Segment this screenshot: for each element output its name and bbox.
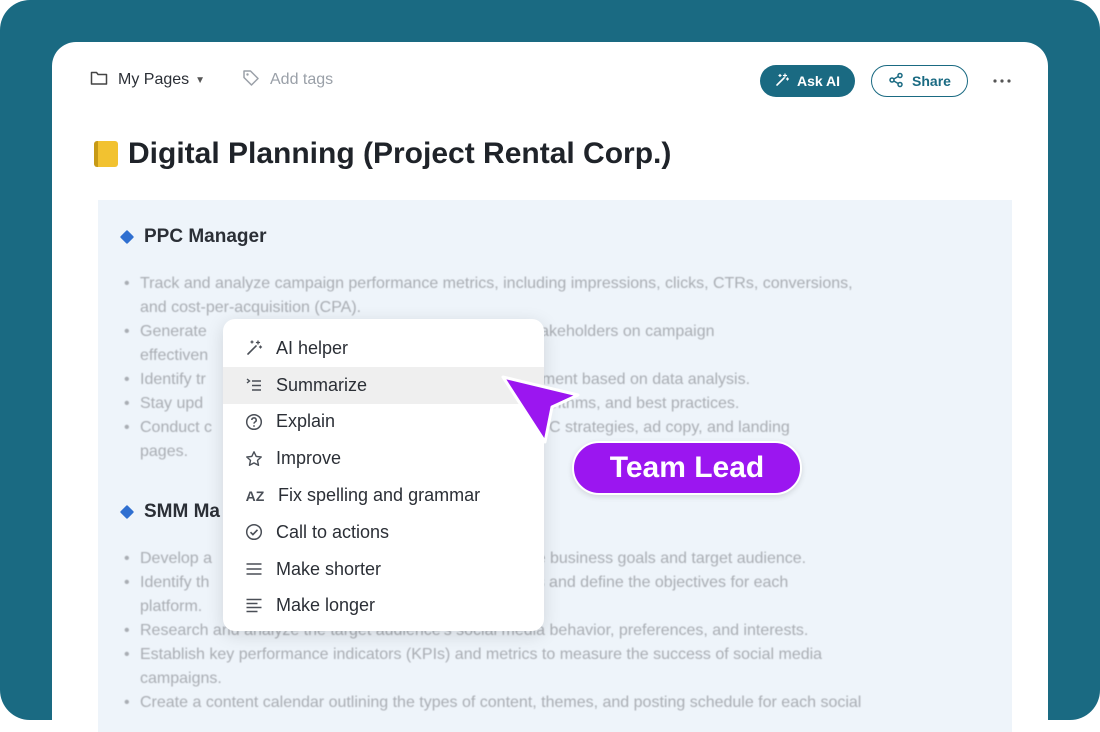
menu-item-label: Call to actions xyxy=(276,521,390,542)
share-button[interactable]: Share xyxy=(871,65,968,97)
add-tags-button[interactable]: Add tags xyxy=(242,68,333,92)
menu-item-label: Explain xyxy=(276,411,336,432)
folder-icon xyxy=(90,70,108,91)
notebook-icon xyxy=(94,141,118,167)
check-circle-icon xyxy=(245,523,263,541)
magic-wand-icon xyxy=(245,339,263,357)
menu-item-label: Fix spelling and grammar xyxy=(278,485,481,506)
section-heading-text: PPC Manager xyxy=(144,226,267,247)
breadcrumb-label: My Pages xyxy=(118,71,190,88)
ai-context-menu: AI helper Summarize Explain Improve AZ F… xyxy=(223,319,544,631)
section-heading: SMM Ma xyxy=(119,501,220,523)
caret-down-icon: ▼ xyxy=(195,74,206,86)
menu-item-explain[interactable]: Explain xyxy=(223,404,544,441)
magic-wand-icon xyxy=(775,72,790,90)
ask-ai-button[interactable]: Ask AI xyxy=(760,65,855,97)
more-horizontal-icon[interactable] xyxy=(988,68,1016,94)
blue-diamond-icon xyxy=(119,229,135,245)
collaborator-cursor-icon xyxy=(501,375,580,444)
share-icon xyxy=(888,72,904,91)
collaborator-name-badge: Team Lead xyxy=(572,441,802,495)
menu-item-improve[interactable]: Improve xyxy=(223,440,544,477)
section-heading-text: SMM Ma xyxy=(144,501,220,522)
menu-item-label: AI helper xyxy=(276,337,349,358)
list-item: Create a content calendar outlining the … xyxy=(124,691,861,715)
breadcrumb[interactable]: My Pages ▼ xyxy=(90,68,205,92)
menu-item-make-shorter[interactable]: Make shorter xyxy=(223,551,544,588)
page-title-text: Digital Planning (Project Rental Corp.) xyxy=(128,137,672,170)
list-item: Track and analyze campaign performance m… xyxy=(124,272,853,296)
tag-icon xyxy=(242,69,260,92)
menu-item-ai-helper[interactable]: AI helper xyxy=(223,330,544,367)
star-icon xyxy=(245,450,263,468)
ask-ai-label: Ask AI xyxy=(796,73,841,89)
menu-item-label: Make shorter xyxy=(276,558,382,579)
menu-item-make-longer[interactable]: Make longer xyxy=(223,588,544,625)
section-heading: PPC Manager xyxy=(119,226,267,248)
list-item: Establish key performance indicators (KP… xyxy=(124,643,861,667)
menu-item-call-to-actions[interactable]: Call to actions xyxy=(223,514,544,551)
blue-diamond-icon xyxy=(119,504,135,520)
lines-icon xyxy=(245,560,263,578)
list-item-continued: campaigns. xyxy=(140,670,222,687)
menu-item-summarize[interactable]: Summarize xyxy=(223,366,544,404)
page-title[interactable]: Digital Planning (Project Rental Corp.) xyxy=(94,134,671,174)
question-circle-icon xyxy=(245,413,263,431)
menu-item-label: Make longer xyxy=(276,595,376,616)
summarize-list-icon xyxy=(245,376,263,394)
spellcheck-icon: AZ xyxy=(245,487,265,504)
window-frame: My Pages ▼ Add tags Ask AI Share Digital… xyxy=(0,0,1100,732)
paragraph-icon xyxy=(245,597,263,615)
menu-item-fix-spelling[interactable]: AZ Fix spelling and grammar xyxy=(223,477,544,514)
collaborator-name: Team Lead xyxy=(609,451,765,484)
share-label: Share xyxy=(912,73,951,89)
list-item-continued: and cost-per-acquisition (CPA). xyxy=(140,299,362,316)
add-tags-label: Add tags xyxy=(270,71,334,88)
menu-item-label: Improve xyxy=(276,448,342,469)
menu-item-label: Summarize xyxy=(276,374,368,395)
